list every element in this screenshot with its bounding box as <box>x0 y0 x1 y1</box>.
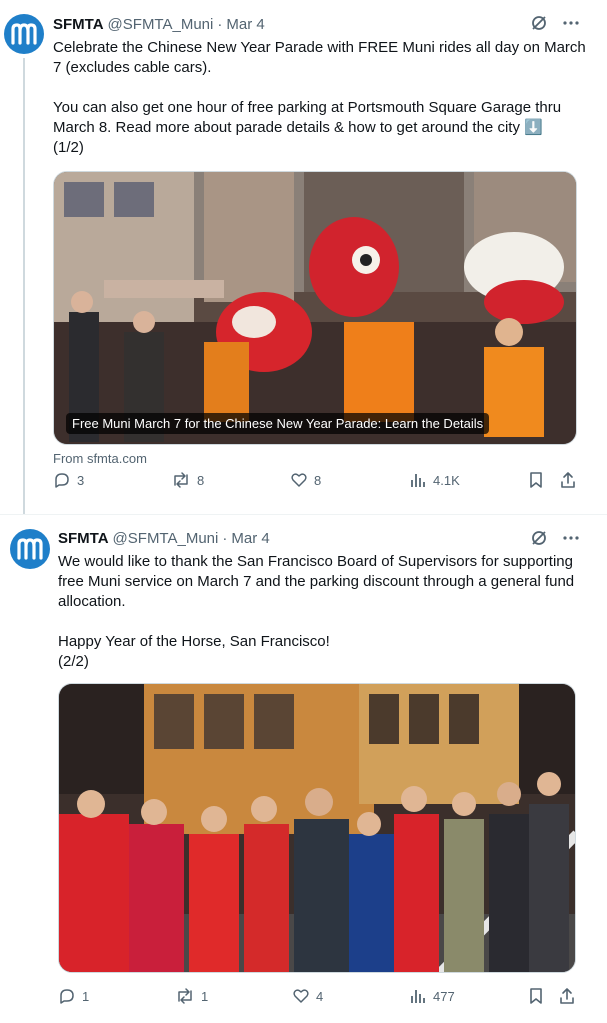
more-icon[interactable] <box>562 14 580 32</box>
separator: · <box>217 16 223 33</box>
reply-button[interactable]: 3 <box>53 471 84 489</box>
post-date[interactable]: Mar 4 <box>226 16 264 33</box>
avatar[interactable] <box>10 529 50 569</box>
card-caption[interactable]: Free Muni March 7 for the Chinese New Ye… <box>66 413 490 434</box>
reply-icon <box>60 989 74 1004</box>
repost-icon <box>178 988 192 1004</box>
muni-logo-icon <box>17 538 43 560</box>
views-icon <box>411 990 425 1003</box>
bookmark-button[interactable] <box>528 471 544 489</box>
bookmark-icon <box>530 472 542 488</box>
author-handle[interactable]: @SFMTA_Muni <box>108 16 214 33</box>
reply-count: 3 <box>77 472 85 488</box>
heart-icon <box>291 473 307 487</box>
bookmark-icon <box>530 988 542 1004</box>
card-source[interactable]: From sfmta.com <box>53 451 147 466</box>
like-button[interactable]: 4 <box>292 987 323 1005</box>
share-icon <box>560 988 574 1004</box>
reply-icon <box>55 473 69 488</box>
repost-icon <box>174 472 188 488</box>
link-card-image[interactable]: Free Muni March 7 for the Chinese New Ye… <box>53 171 577 445</box>
muni-logo-icon <box>11 23 37 45</box>
grok-icon[interactable] <box>530 529 548 547</box>
author-handle[interactable]: @SFMTA_Muni <box>113 530 219 547</box>
tweet-header: SFMTA @SFMTA_Muni · Mar 4 <box>53 16 265 33</box>
views-button[interactable]: 477 <box>409 987 455 1005</box>
tweet-2[interactable]: SFMTA @SFMTA_Muni · Mar 4 We would like … <box>0 515 607 1023</box>
tweet-photo[interactable] <box>58 683 576 973</box>
tweet-1[interactable]: SFMTA @SFMTA_Muni · Mar 4 Celebrate the … <box>0 0 607 514</box>
tweet-top-actions <box>530 14 580 32</box>
more-icon[interactable] <box>562 529 580 547</box>
group-photo <box>59 684 575 972</box>
bookmark-button[interactable] <box>528 987 544 1005</box>
repost-count: 8 <box>197 472 205 488</box>
reply-button[interactable]: 1 <box>58 987 89 1005</box>
share-button[interactable] <box>558 987 576 1005</box>
repost-count: 1 <box>201 988 209 1004</box>
repost-button[interactable]: 1 <box>175 987 208 1005</box>
views-count: 4.1K <box>433 472 460 488</box>
share-button[interactable] <box>559 471 577 489</box>
views-count: 477 <box>433 988 455 1004</box>
tweet-header: SFMTA @SFMTA_Muni · Mar 4 <box>58 530 270 547</box>
separator: · <box>222 530 228 547</box>
views-icon <box>411 474 425 487</box>
author-name[interactable]: SFMTA <box>58 530 109 547</box>
reply-count: 1 <box>82 988 90 1004</box>
tweet-text: Celebrate the Chinese New Year Parade wi… <box>53 39 586 156</box>
post-date[interactable]: Mar 4 <box>231 530 269 547</box>
share-icon <box>561 472 575 488</box>
avatar[interactable] <box>4 14 44 54</box>
grok-icon[interactable] <box>530 14 548 32</box>
like-count: 8 <box>314 472 322 488</box>
parade-photo <box>54 172 576 444</box>
tweet-text: We would like to thank the San Francisco… <box>58 553 575 670</box>
heart-icon <box>293 989 309 1003</box>
like-button[interactable]: 8 <box>290 471 321 489</box>
author-name[interactable]: SFMTA <box>53 16 104 33</box>
repost-button[interactable]: 8 <box>171 471 204 489</box>
like-count: 4 <box>316 988 324 1004</box>
views-button[interactable]: 4.1K <box>409 471 460 489</box>
tweet-top-actions <box>530 529 580 547</box>
